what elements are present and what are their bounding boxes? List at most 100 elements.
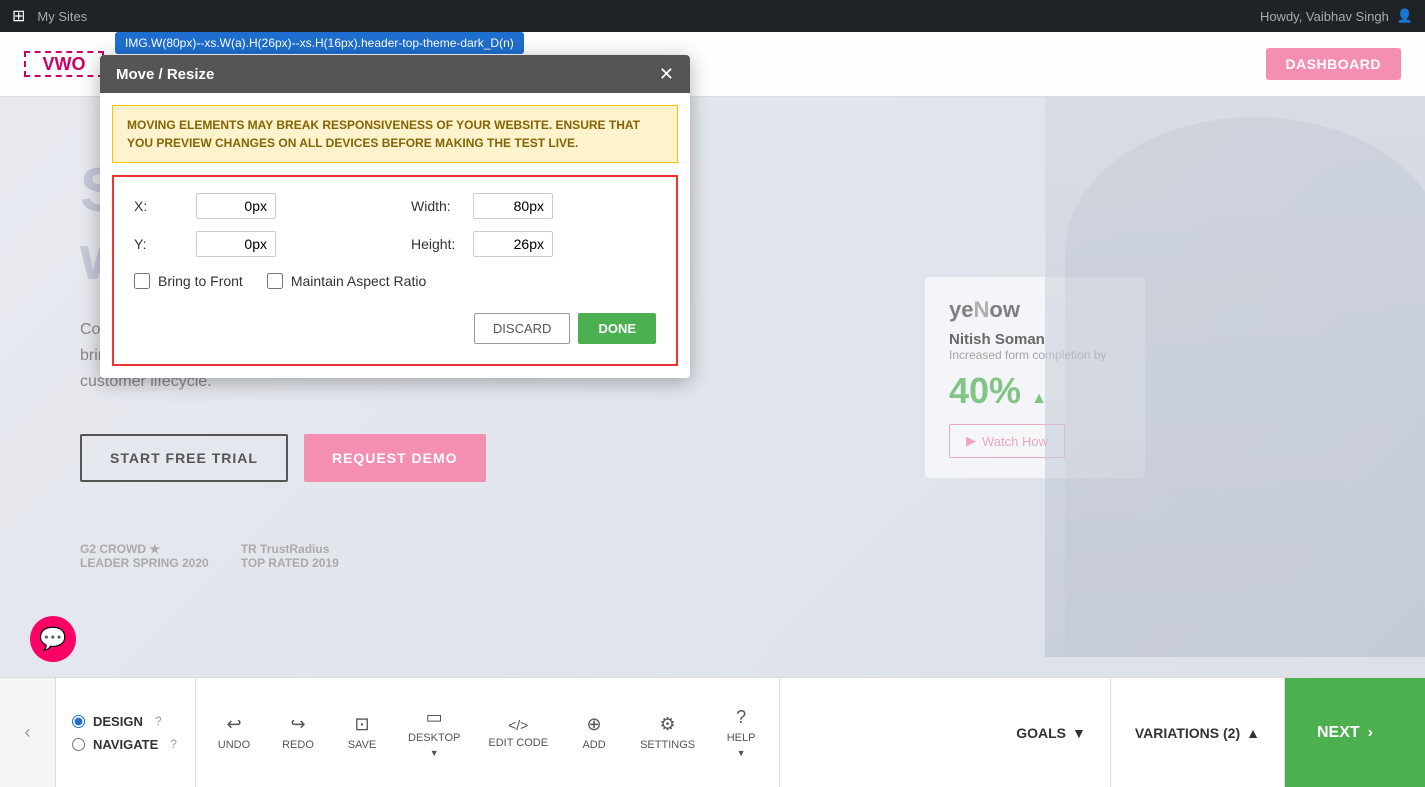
redo-icon: ↪ — [290, 714, 305, 735]
user-greeting: Howdy, Vaibhav Singh — [1260, 9, 1389, 24]
edit-code-button[interactable]: </> EDIT CODE — [476, 709, 560, 757]
toolbar-back[interactable]: ‹ — [0, 678, 56, 787]
add-label: ADD — [582, 739, 605, 751]
my-sites-label[interactable]: My Sites — [37, 9, 87, 24]
goals-button[interactable]: GOALS ▼ — [992, 678, 1111, 787]
wordpress-icon[interactable]: ⊞ — [12, 6, 25, 26]
desktop-button[interactable]: ▭ DESKTOP ▼ — [396, 699, 472, 766]
modal-header: Move / Resize ✕ — [100, 55, 690, 93]
help-dropdown-icon: ▼ — [737, 748, 746, 758]
undo-label: UNDO — [218, 739, 250, 751]
settings-label: SETTINGS — [640, 739, 695, 751]
admin-bar-left: ⊞ My Sites — [12, 6, 87, 26]
back-arrow-icon[interactable]: ‹ — [25, 722, 31, 743]
admin-bar: ⊞ My Sites Howdy, Vaibhav Singh 👤 — [0, 0, 1425, 32]
width-label: Width: — [411, 198, 461, 214]
undo-icon: ↩ — [226, 714, 241, 735]
redo-label: REDO — [282, 739, 314, 751]
modal-close-button[interactable]: ✕ — [659, 65, 674, 83]
undo-button[interactable]: ↩ UNDO — [204, 706, 264, 759]
width-input[interactable] — [473, 193, 553, 219]
chat-icon: 💬 — [39, 626, 66, 652]
dashboard-button[interactable]: DASHBOARD — [1266, 48, 1402, 80]
goals-dropdown-icon: ▼ — [1072, 725, 1086, 741]
design-radio[interactable] — [72, 715, 85, 728]
trust-logos: G2 CROWD ★LEADER SPRING 2020 TR TrustRad… — [80, 542, 780, 570]
move-resize-modal: Move / Resize ✕ MOVING ELEMENTS MAY BREA… — [100, 55, 690, 378]
maintain-aspect-checkbox[interactable] — [267, 273, 283, 289]
edit-code-label: EDIT CODE — [488, 737, 548, 749]
modal-warning: MOVING ELEMENTS MAY BREAK RESPONSIVENESS… — [112, 105, 678, 163]
help-label: HELP — [727, 732, 756, 744]
design-help-icon[interactable]: ? — [155, 714, 162, 728]
done-button[interactable]: DONE — [578, 313, 656, 344]
save-icon: ⊡ — [354, 714, 369, 735]
design-label: DESIGN — [93, 714, 143, 729]
variations-button[interactable]: VARIATIONS (2) ▲ — [1111, 678, 1285, 787]
person-silhouette — [1065, 117, 1425, 657]
vwo-logo: VWO — [24, 51, 104, 77]
bring-front-checkbox-label[interactable]: Bring to Front — [134, 273, 243, 289]
admin-bar-right: Howdy, Vaibhav Singh 👤 — [1260, 8, 1413, 24]
play-icon: ▶ — [966, 433, 976, 449]
y-label: Y: — [134, 236, 184, 252]
desktop-icon: ▭ — [426, 707, 443, 728]
desktop-label: DESKTOP — [408, 732, 460, 744]
bring-front-checkbox[interactable] — [134, 273, 150, 289]
add-icon: ⊕ — [587, 714, 602, 735]
next-label: NEXT — [1317, 724, 1360, 742]
desktop-dropdown-icon: ▼ — [430, 748, 439, 758]
hero-testimonial-section: yeNow Nitish Soman Increased form comple… — [925, 97, 1425, 677]
avatar-icon: 👤 — [1397, 8, 1413, 24]
variations-label: VARIATIONS (2) — [1135, 725, 1240, 741]
toolbar-action-buttons: ↩ UNDO ↪ REDO ⊡ SAVE ▭ DESKTOP ▼ </> EDI… — [196, 678, 780, 787]
next-arrow-icon: › — [1368, 724, 1373, 742]
settings-button[interactable]: ⚙ SETTINGS — [628, 706, 707, 759]
save-label: SAVE — [348, 739, 377, 751]
x-label: X: — [134, 198, 184, 214]
chat-widget[interactable]: 💬 — [30, 616, 76, 662]
navigate-label: NAVIGATE — [93, 737, 158, 752]
bottom-toolbar: ‹ DESIGN ? NAVIGATE ? ↩ UNDO ↪ REDO ⊡ SA… — [0, 677, 1425, 787]
hero-cta-buttons: START FREE TRIAL REQUEST DEMO — [80, 434, 780, 482]
navigate-help-icon[interactable]: ? — [170, 737, 177, 751]
y-field-row: Y: — [134, 231, 379, 257]
maintain-aspect-label: Maintain Aspect Ratio — [291, 273, 426, 289]
form-grid: X: Width: Y: Height: — [134, 193, 656, 257]
y-input[interactable] — [196, 231, 276, 257]
help-icon: ? — [736, 707, 746, 728]
settings-icon: ⚙ — [660, 714, 676, 735]
height-field-row: Height: — [411, 231, 656, 257]
maintain-aspect-checkbox-label[interactable]: Maintain Aspect Ratio — [267, 273, 426, 289]
navigate-radio[interactable] — [72, 738, 85, 751]
next-button[interactable]: NEXT › — [1285, 678, 1425, 787]
redo-button[interactable]: ↪ REDO — [268, 706, 328, 759]
goals-label: GOALS — [1016, 725, 1066, 741]
trust-logo-crowd: G2 CROWD ★LEADER SPRING 2020 — [80, 542, 209, 570]
trust-logo-trustradius: TR TrustRadiusTOP RATED 2019 — [241, 542, 339, 570]
toolbar-right: GOALS ▼ VARIATIONS (2) ▲ NEXT › — [992, 678, 1425, 787]
toolbar-mode-options: DESIGN ? NAVIGATE ? — [56, 678, 196, 787]
width-field-row: Width: — [411, 193, 656, 219]
height-label: Height: — [411, 236, 461, 252]
navigate-radio-label[interactable]: NAVIGATE ? — [72, 737, 179, 752]
modal-title: Move / Resize — [116, 66, 214, 83]
help-button[interactable]: ? HELP ▼ — [711, 699, 771, 766]
design-radio-label[interactable]: DESIGN ? — [72, 714, 179, 729]
add-button[interactable]: ⊕ ADD — [564, 706, 624, 759]
element-tooltip: IMG.W(80px)--xs.W(a).H(26px)--xs.H(16px)… — [115, 32, 524, 54]
modal-footer: DISCARD DONE — [134, 305, 656, 348]
start-trial-button[interactable]: START FREE TRIAL — [80, 434, 288, 482]
x-input[interactable] — [196, 193, 276, 219]
edit-code-icon: </> — [508, 717, 528, 733]
person-image — [1045, 97, 1425, 657]
variations-collapse-icon: ▲ — [1246, 725, 1260, 741]
checkbox-row: Bring to Front Maintain Aspect Ratio — [134, 273, 656, 289]
request-demo-button[interactable]: REQUEST DEMO — [304, 434, 486, 482]
bring-front-label: Bring to Front — [158, 273, 243, 289]
discard-button[interactable]: DISCARD — [474, 313, 571, 344]
save-button[interactable]: ⊡ SAVE — [332, 706, 392, 759]
height-input[interactable] — [473, 231, 553, 257]
modal-body: X: Width: Y: Height: — [112, 175, 678, 366]
x-field-row: X: — [134, 193, 379, 219]
